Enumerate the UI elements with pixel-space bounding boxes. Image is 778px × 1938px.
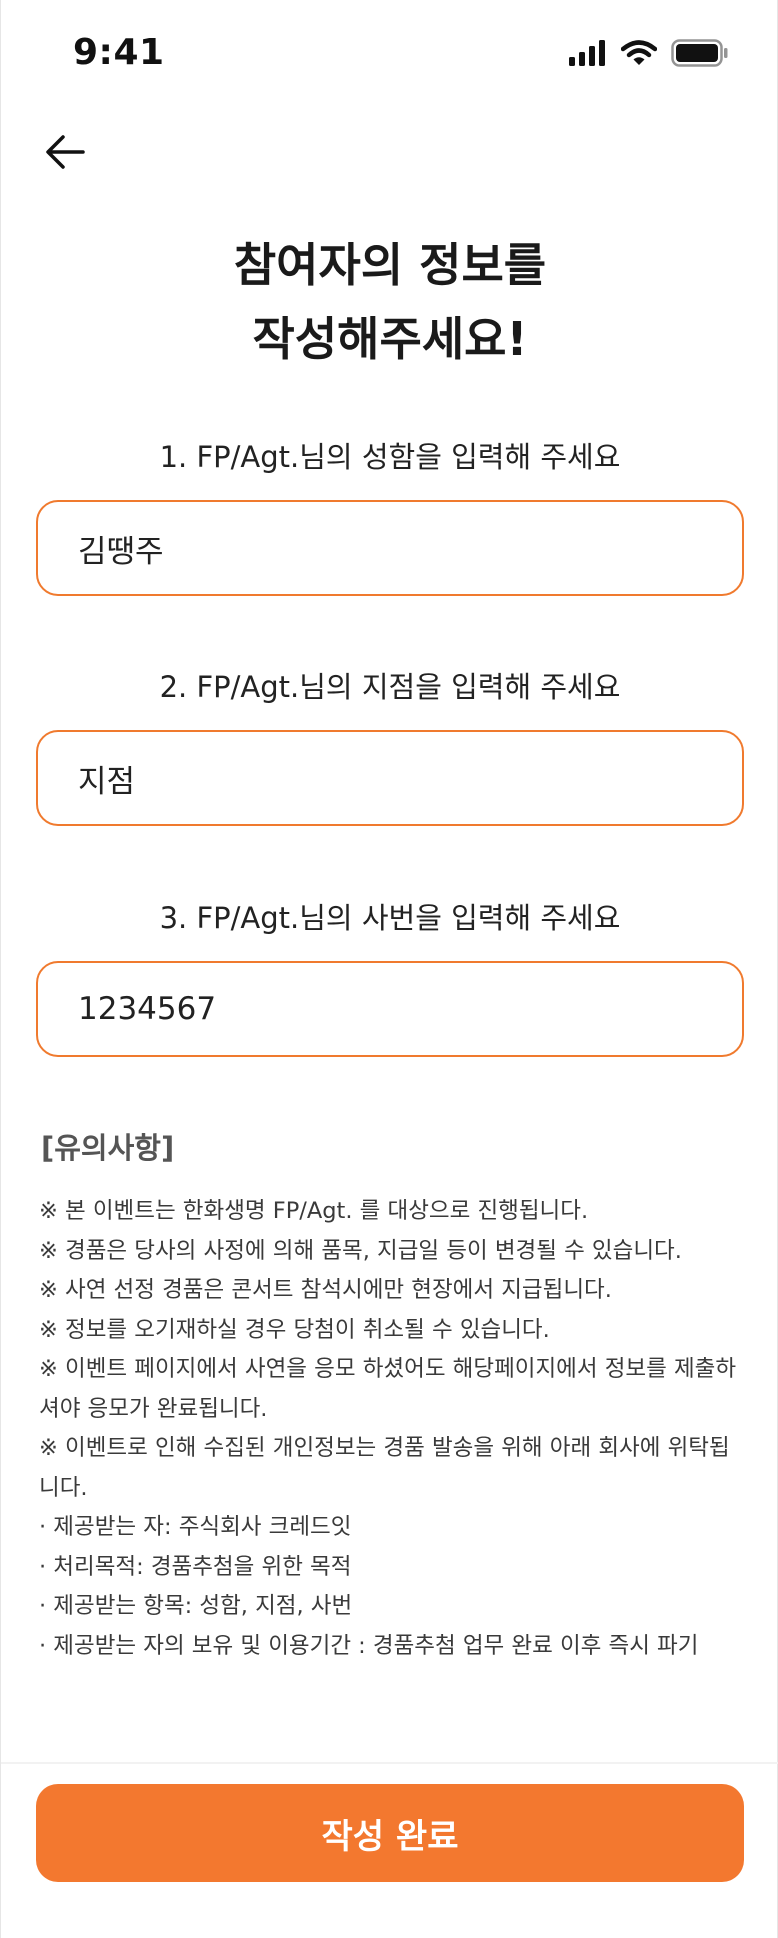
wifi-icon	[620, 40, 658, 70]
notice-item: ※ 사연 선정 경품은 콘서트 참석시에만 현장에서 지급됩니다.	[39, 1277, 612, 1303]
notice-item: ※ 이벤트 페이지에서 사연을 응모 하셨어도 해당페이지에서 정보를 제출하셔…	[39, 1356, 737, 1422]
name-field-label: 1. FP/Agt.님의 성함을 입력해 주세요	[159, 440, 621, 474]
notice-item: · 제공받는 자의 보유 및 이용기간 : 경품추첨 업무 완료 이후 즉시 파…	[39, 1632, 699, 1659]
screen: 9:41 참여자의 정보를 작성해주세요! 1. FP/Agt.님의 성함을 입…	[0, 0, 778, 1938]
bottom-divider	[1, 1762, 778, 1764]
notice-item: · 제공받는 항목: 성함, 지점, 사번	[39, 1593, 353, 1619]
notice-item: · 처리목적: 경품추첨을 위한 목적	[39, 1553, 352, 1580]
name-input[interactable]	[36, 500, 744, 596]
notice-item: ※ 정보를 오기재하실 경우 당첨이 취소될 수 있습니다.	[39, 1316, 550, 1343]
submit-button[interactable]: 작성 완료	[36, 1784, 744, 1882]
notice-item: ※ 이벤트로 인해 수집된 개인정보는 경품 발송을 위해 아래 회사에 위탁됩…	[39, 1435, 730, 1501]
signal-icon	[569, 40, 607, 70]
back-button[interactable]	[39, 128, 91, 180]
branch-field-label: 2. FP/Agt.님의 지점을 입력해 주세요	[159, 670, 621, 704]
notice-title: [유의사항]	[41, 1131, 175, 1165]
notice-item: ※ 본 이벤트는 한화생명 FP/Agt. 를 대상으로 진행됩니다.	[39, 1198, 589, 1224]
page-title-line1: 참여자의 정보를	[233, 238, 547, 292]
notice-item: · 제공받는 자: 주식회사 크레드잇	[39, 1514, 352, 1540]
status-icons	[569, 39, 729, 71]
battery-icon	[671, 39, 729, 71]
status-bar: 9:41	[1, 0, 778, 110]
page-title: 참여자의 정보를 작성해주세요!	[1, 228, 778, 376]
employee-id-input[interactable]	[36, 961, 744, 1057]
notice-list: ※ 본 이벤트는 한화생명 FP/Agt. 를 대상으로 진행됩니다. ※ 경품…	[39, 1192, 739, 1666]
arrow-left-icon	[45, 134, 85, 174]
page-title-line2: 작성해주세요!	[252, 312, 528, 366]
employee-id-field-label: 3. FP/Agt.님의 사번을 입력해 주세요	[159, 901, 621, 935]
status-time: 9:41	[73, 32, 165, 73]
branch-input[interactable]	[36, 730, 744, 826]
notice-item: ※ 경품은 당사의 사정에 의해 품목, 지급일 등이 변경될 수 있습니다.	[39, 1237, 682, 1264]
